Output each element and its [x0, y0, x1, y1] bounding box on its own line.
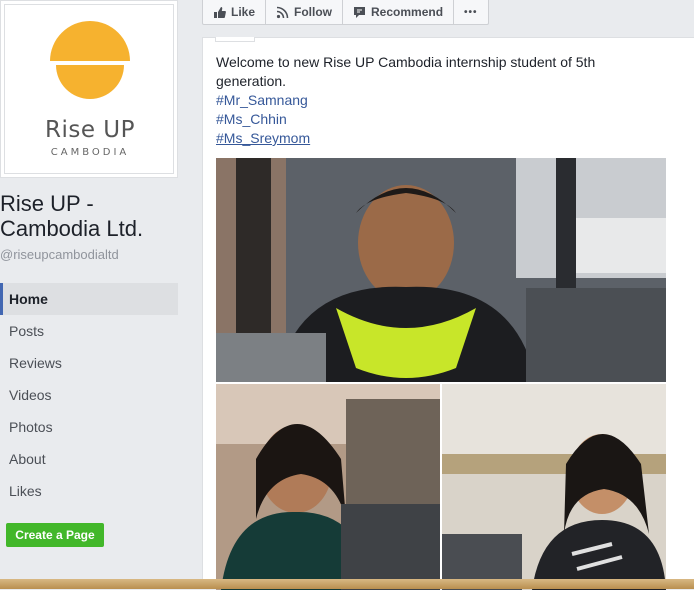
speech-bubble-icon: [353, 6, 366, 19]
recommend-label: Recommend: [371, 5, 444, 19]
post-body: Welcome to new Rise UP Cambodia internsh…: [216, 53, 636, 148]
hashtag-link[interactable]: #Ms_Sreymom: [216, 129, 636, 148]
os-taskbar: [0, 579, 694, 589]
nav-item-posts[interactable]: Posts: [0, 315, 178, 347]
like-button[interactable]: Like: [203, 0, 267, 24]
logo-brand-text: Rise UP: [44, 117, 136, 143]
post-card: Welcome to new Rise UP Cambodia internsh…: [202, 37, 694, 590]
post-header-tab: [215, 37, 255, 42]
nav-item-reviews[interactable]: Reviews: [0, 347, 178, 379]
sun-top-shape: [50, 21, 130, 61]
rise-up-logo: Rise UP CAMBODIA: [4, 4, 174, 174]
page-nav: Home Posts Reviews Videos Photos About L…: [0, 283, 178, 507]
sun-bottom-shape: [56, 65, 124, 99]
post-photo-right[interactable]: [442, 384, 666, 590]
more-options-button[interactable]: •••: [454, 0, 488, 24]
hashtag-link[interactable]: #Mr_Samnang: [216, 91, 636, 110]
recommend-button[interactable]: Recommend: [343, 0, 455, 24]
create-page-button[interactable]: Create a Page: [6, 523, 104, 547]
nav-item-photos[interactable]: Photos: [0, 411, 178, 443]
page-username[interactable]: @riseupcambodialtd: [0, 247, 119, 262]
more-icon: •••: [464, 6, 478, 18]
nav-item-about[interactable]: About: [0, 443, 178, 475]
nav-item-likes[interactable]: Likes: [0, 475, 178, 507]
page-action-bar: Like Follow Recommend •••: [202, 0, 489, 25]
like-label: Like: [231, 5, 256, 19]
rss-icon: [276, 6, 289, 19]
post-photo-left[interactable]: [216, 384, 440, 590]
page-title[interactable]: Rise UP - Cambodia Ltd.: [0, 191, 185, 241]
post-message: Welcome to new Rise UP Cambodia internsh…: [216, 54, 596, 89]
nav-item-home[interactable]: Home: [0, 283, 178, 315]
follow-label: Follow: [294, 5, 333, 19]
thumbs-up-icon: [213, 6, 226, 19]
post-photo-main[interactable]: [216, 158, 666, 382]
hashtag-link[interactable]: #Ms_Chhin: [216, 110, 636, 129]
follow-button[interactable]: Follow: [266, 0, 344, 24]
page-profile-picture[interactable]: Rise UP CAMBODIA: [0, 0, 178, 178]
nav-item-videos[interactable]: Videos: [0, 379, 178, 411]
logo-brand-subtext: CAMBODIA: [50, 147, 130, 158]
